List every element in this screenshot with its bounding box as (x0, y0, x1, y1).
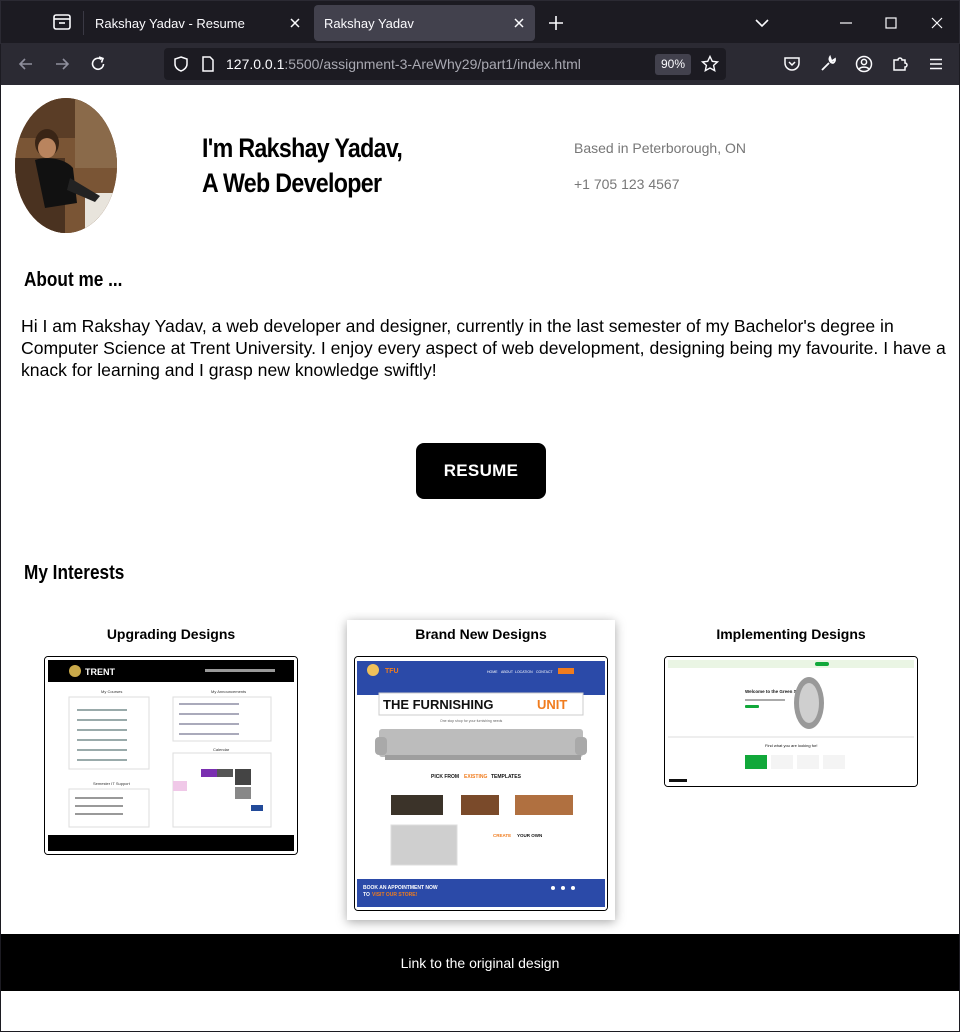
book-appointment-text: BOOK AN APPOINTMENT NOW (363, 885, 438, 891)
about-heading: About me ... (24, 269, 123, 291)
tfu-headline-accent: UNIT (537, 697, 567, 712)
tfu-tagline: One stop shop for your furnishing needs (440, 719, 503, 723)
nav-about: ABOUT (501, 670, 514, 674)
interests-heading: My Interests (24, 562, 125, 584)
close-tab-icon[interactable] (287, 15, 303, 31)
wrench-icon[interactable] (818, 54, 838, 74)
create-text: CREATE (493, 833, 511, 838)
url-path: :5500/assignment-3-AreWhy29/part1/index.… (284, 56, 581, 72)
menu-hamburger-icon[interactable] (926, 54, 946, 74)
page-icon[interactable] (200, 55, 216, 73)
forward-arrow-icon[interactable] (52, 54, 72, 74)
resume-button[interactable]: RESUME (416, 443, 546, 499)
courses-label: My Courses (101, 689, 122, 694)
account-icon[interactable] (854, 54, 874, 74)
tab-resume[interactable]: Rakshay Yadav - Resume (85, 5, 311, 41)
pick-from-text: PICK FROM (431, 774, 459, 780)
hero-heading: I'm Rakshay Yadav, A Web Developer (202, 131, 403, 201)
page-content: I'm Rakshay Yadav, A Web Developer Based… (0, 85, 960, 1032)
nav-contact: CONTACT (536, 670, 554, 674)
brand-new-design-screenshot[interactable]: TFU HOME ABOUT LOCATION CONTACT THE FURN… (354, 656, 608, 911)
minimize-icon[interactable] (834, 11, 858, 35)
zoom-level-badge[interactable]: 90% (655, 54, 692, 75)
phone-text: +1 705 123 4567 (574, 176, 680, 192)
card-title-brand-new: Brand New Designs (415, 626, 547, 642)
tab-title: Rakshay Yadav (324, 15, 414, 31)
your-own-text: YOUR OWN (517, 833, 542, 838)
list-all-tabs-chevron-icon[interactable] (752, 13, 772, 33)
address-bar[interactable]: 127.0.0.1:5500/assignment-3-AreWhy29/par… (164, 48, 726, 80)
existing-text: EXISTING (464, 774, 487, 780)
url-host: 127.0.0.1 (226, 56, 285, 72)
new-tab-plus-icon[interactable] (546, 13, 566, 33)
trent-brand-text: TRENT (85, 667, 115, 677)
about-paragraph: Hi I am Rakshay Yadav, a web developer a… (21, 316, 946, 380)
back-arrow-icon[interactable] (16, 54, 36, 74)
book-to-text: TO (363, 892, 370, 898)
announcements-label: My Announcements (211, 689, 246, 694)
calendar-label: Calendar (213, 747, 230, 752)
visit-store-text: VISIT OUR STORE! (372, 892, 418, 898)
hero-line-2: A Web Developer (202, 168, 382, 198)
it-support-label: Semester IT Support (93, 781, 131, 786)
reload-icon[interactable] (88, 54, 108, 74)
pocket-icon[interactable] (782, 54, 802, 74)
nav-location: LOCATION (515, 670, 533, 674)
close-window-icon[interactable] (925, 11, 949, 35)
tab-separator (83, 11, 84, 35)
tfu-headline: THE FURNISHING (383, 697, 494, 712)
url-text[interactable]: 127.0.0.1:5500/assignment-3-AreWhy29/par… (226, 56, 581, 72)
card-title-implementing: Implementing Designs (716, 626, 866, 642)
hero-line-1: I'm Rakshay Yadav, (202, 133, 403, 163)
close-tab-icon[interactable] (511, 15, 527, 31)
tfu-brand-text: TFU (385, 668, 399, 675)
tab-home[interactable]: Rakshay Yadav (314, 5, 535, 41)
site-footer: Link to the original design (1, 934, 959, 991)
browser-nav-bar: 127.0.0.1:5500/assignment-3-AreWhy29/par… (0, 44, 960, 85)
nav-home: HOME (487, 670, 498, 674)
find-text: Find what you are looking for! (765, 743, 817, 748)
original-design-link[interactable]: Link to the original design (401, 955, 560, 971)
firefox-view-icon[interactable] (51, 11, 73, 33)
card-title-upgrading: Upgrading Designs (106, 626, 236, 642)
profile-photo (15, 98, 117, 233)
shield-icon[interactable] (172, 55, 190, 73)
templates-text: TEMPLATES (491, 774, 522, 780)
tab-title: Rakshay Yadav - Resume (95, 15, 245, 31)
extensions-puzzle-icon[interactable] (890, 54, 910, 74)
green-side-welcome: Welcome to the Green Side (745, 689, 804, 694)
location-text: Based in Peterborough, ON (574, 140, 746, 156)
implementing-design-screenshot[interactable]: Welcome to the Green Side Find what you … (664, 656, 918, 787)
maximize-icon[interactable] (879, 11, 903, 35)
bookmark-star-icon[interactable] (700, 54, 720, 74)
upgrading-design-screenshot[interactable]: TRENT My Courses My Announcements Calend… (44, 656, 298, 855)
browser-tab-bar: Rakshay Yadav - Resume Rakshay Yadav (0, 0, 960, 44)
